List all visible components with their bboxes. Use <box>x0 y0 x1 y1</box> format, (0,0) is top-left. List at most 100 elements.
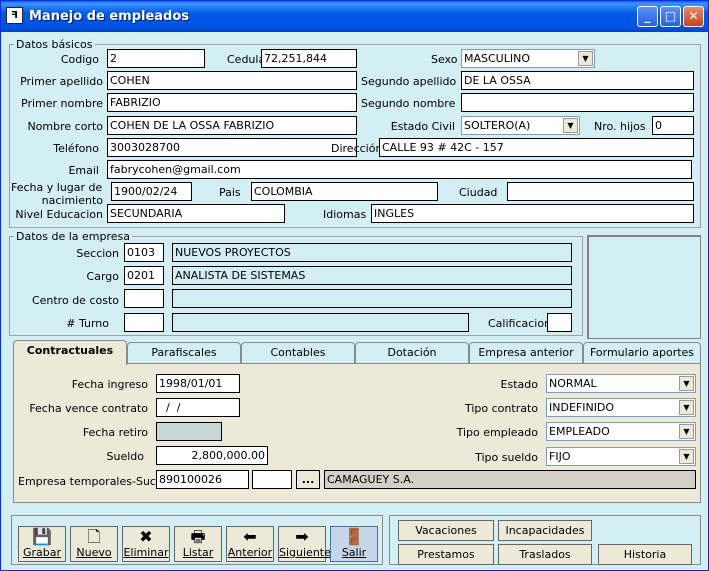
tab-dotacion[interactable]: Dotación <box>355 342 469 364</box>
listar-button[interactable]: 🖶 Listar <box>174 526 222 562</box>
fecha-retiro-field[interactable] <box>156 422 222 441</box>
chevron-down-icon[interactable]: ▼ <box>563 118 578 133</box>
nivel-educacion-field[interactable]: SECUNDARIA <box>107 204 285 223</box>
eliminar-label: Eliminar <box>123 546 169 559</box>
turno-label: # Turno <box>66 317 109 330</box>
employee-photo[interactable] <box>587 235 701 339</box>
grabar-button[interactable]: 💾 Grabar <box>18 526 66 562</box>
idiomas-label: Idiomas <box>323 208 367 221</box>
employee-window: ꟻ Manejo de empleados _ □ ✕ Datos básico… <box>0 0 709 571</box>
cargo-name-field: ANALISTA DE SISTEMAS <box>172 266 572 285</box>
tipo-sueldo-select[interactable]: FIJO ▼ <box>546 447 696 466</box>
email-field[interactable]: fabrycohen@gmail.com <box>107 160 692 179</box>
pais-label: Pais <box>219 186 241 199</box>
primer-nombre-field[interactable]: FABRIZIO <box>107 93 357 112</box>
tipo-contrato-value: INDEFINIDO <box>549 401 615 414</box>
tab-contractuales[interactable]: Contractuales <box>13 340 127 365</box>
prestamos-button[interactable]: Prestamos <box>398 544 494 565</box>
fecha-ingreso-label: Fecha ingreso <box>71 378 148 391</box>
estado-civil-select[interactable]: SOLTERO(A) ▼ <box>461 116 580 135</box>
calificacion-field[interactable] <box>547 313 572 332</box>
fecha-nacimiento-field[interactable]: 1900/02/24 <box>111 182 192 201</box>
minimize-button[interactable]: _ <box>637 6 658 27</box>
codigo-field[interactable]: 2 <box>107 49 205 68</box>
historia-button[interactable]: Historia <box>598 544 692 565</box>
chevron-down-icon[interactable]: ▼ <box>679 376 694 391</box>
chevron-down-icon[interactable]: ▼ <box>679 424 694 439</box>
fecha-lugar-label-2: nacimiento <box>41 194 103 207</box>
vacaciones-button[interactable]: Vacaciones <box>398 520 494 541</box>
idiomas-field[interactable]: INGLES <box>371 204 694 223</box>
nombre-corto-label: Nombre corto <box>27 120 103 133</box>
salir-label: Salir <box>341 546 367 559</box>
incapacidades-button[interactable]: Incapacidades <box>498 520 592 541</box>
ciudad-field[interactable] <box>507 182 694 201</box>
ciudad-label: Ciudad <box>459 186 498 199</box>
tab-formulario-aportes[interactable]: Formulario aportes <box>583 342 701 364</box>
nuevo-button[interactable]: 🗋 Nuevo <box>70 526 118 562</box>
fecha-lugar-label-1: Fecha y lugar de <box>11 181 103 194</box>
printer-icon: 🖶 <box>190 527 206 546</box>
telefono-label: Teléfono <box>53 142 99 155</box>
traslados-button[interactable]: Traslados <box>498 544 592 565</box>
calificacion-label: Calificacion <box>488 317 552 330</box>
eliminar-button[interactable]: ✖ Eliminar <box>122 526 170 562</box>
empresa-temporales-nit-field[interactable]: 890100026 <box>156 470 249 489</box>
estado-label: Estado <box>500 378 538 391</box>
estado-civil-value: SOLTERO(A) <box>464 119 531 132</box>
primer-apellido-field[interactable]: COHEN <box>107 71 357 90</box>
empresa-temporales-browse-button[interactable]: ... <box>296 470 320 489</box>
listar-label: Listar <box>182 546 214 559</box>
telefono-field[interactable]: 3003028700 <box>107 138 357 157</box>
anterior-button[interactable]: ⬅ Anterior <box>226 526 274 562</box>
sueldo-field[interactable]: 2,800,000.00 <box>156 446 268 465</box>
sexo-value: MASCULINO <box>464 52 530 65</box>
empresa-temporales-suc-field[interactable] <box>252 470 292 489</box>
contractuales-panel: Fecha ingreso 1998/01/01 Fecha vence con… <box>13 363 701 503</box>
segundo-nombre-label: Segundo nombre <box>361 97 456 110</box>
salir-button[interactable]: 🚪 Salir <box>330 526 378 562</box>
fecha-vence-label: Fecha vence contrato <box>29 402 148 415</box>
centro-costo-code-field[interactable] <box>124 289 164 308</box>
nro-hijos-label: Nro. hijos <box>594 120 646 133</box>
sexo-select[interactable]: MASCULINO ▼ <box>461 49 595 68</box>
chevron-down-icon[interactable]: ▼ <box>679 449 694 464</box>
maximize-button[interactable]: □ <box>660 6 681 27</box>
estado-civil-label: Estado Civil <box>390 120 455 133</box>
tipo-empleado-label: Tipo empleado <box>456 426 538 439</box>
tipo-contrato-select[interactable]: INDEFINIDO ▼ <box>546 398 696 417</box>
nro-hijos-field[interactable]: 0 <box>652 116 694 135</box>
chevron-down-icon[interactable]: ▼ <box>679 400 694 415</box>
email-label: Email <box>68 164 99 177</box>
tipo-empleado-select[interactable]: EMPLEADO ▼ <box>546 422 696 441</box>
direccion-field[interactable]: CALLE 93 # 42C - 157 <box>379 138 694 157</box>
close-button[interactable]: ✕ <box>683 6 704 27</box>
title-bar[interactable]: ꟻ Manejo de empleados _ □ ✕ <box>1 1 708 32</box>
datos-empresa-legend: Datos de la empresa <box>16 230 131 243</box>
cargo-label: Cargo <box>86 270 119 283</box>
tab-parafiscales[interactable]: Parafiscales <box>127 342 241 364</box>
floppy-disk-icon: 💾 <box>32 527 52 546</box>
tab-empresa-anterior[interactable]: Empresa anterior <box>469 342 583 364</box>
seccion-code-field[interactable]: 0103 <box>124 243 164 262</box>
window-title: Manejo de empleados <box>29 9 190 24</box>
turno-name-field <box>172 313 469 332</box>
seccion-label: Seccion <box>76 247 119 260</box>
pais-field[interactable]: COLOMBIA <box>251 182 438 201</box>
app-icon[interactable]: ꟻ <box>6 7 23 24</box>
arrow-left-icon: ⬅ <box>243 527 257 546</box>
tab-contables[interactable]: Contables <box>241 342 355 364</box>
estado-select[interactable]: NORMAL ▼ <box>546 374 696 393</box>
fecha-vence-field[interactable]: / / <box>156 398 240 417</box>
segundo-nombre-field[interactable] <box>461 93 694 112</box>
siguiente-button[interactable]: ➡ Siguiente <box>278 526 331 562</box>
cedula-field[interactable]: 72,251,844 <box>261 49 357 68</box>
segundo-apellido-field[interactable]: DE LA OSSA <box>461 71 694 90</box>
chevron-down-icon[interactable]: ▼ <box>578 51 593 66</box>
turno-code-field[interactable] <box>124 313 164 332</box>
cedula-label: Cedula <box>227 53 266 66</box>
delete-x-icon: ✖ <box>139 527 153 546</box>
cargo-code-field[interactable]: 0201 <box>124 266 164 285</box>
nombre-corto-field[interactable]: COHEN DE LA OSSA FABRIZIO <box>107 116 357 135</box>
fecha-ingreso-field[interactable]: 1998/01/01 <box>156 374 240 393</box>
